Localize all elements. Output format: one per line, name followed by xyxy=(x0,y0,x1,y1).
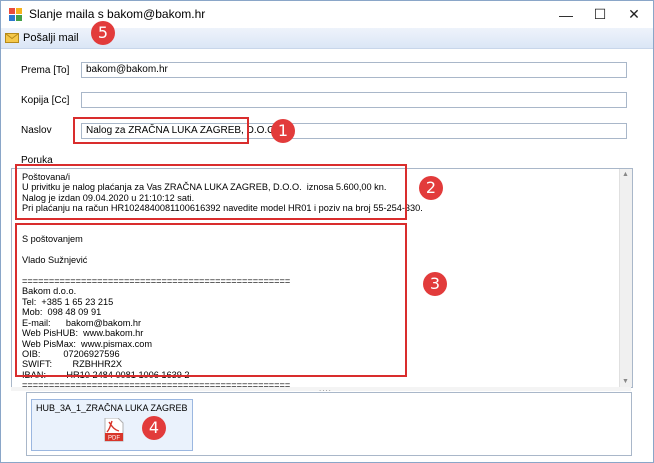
minimize-button[interactable]: — xyxy=(549,1,583,28)
pdf-file-icon: PDF xyxy=(104,418,124,442)
callout-badge-2: 2 xyxy=(419,176,443,200)
close-icon: ✕ xyxy=(628,6,640,22)
attachments-panel: HUB_3A_1_ZRAČNA LUKA ZAGREB, ... PDF xyxy=(26,392,632,456)
callout-badge-4: 4 xyxy=(142,416,166,440)
scroll-up-icon[interactable]: ▲ xyxy=(622,171,629,178)
callout-box-message-intro xyxy=(15,164,407,220)
send-mail-label: Pošalji mail xyxy=(23,32,79,44)
callout-box-signature xyxy=(15,223,407,377)
vertical-scrollbar[interactable]: ▲ ▼ xyxy=(619,169,632,387)
close-button[interactable]: ✕ xyxy=(617,1,651,28)
minimize-icon: — xyxy=(559,6,573,23)
callout-badge-3: 3 xyxy=(423,272,447,296)
send-mail-button[interactable]: Pošalji mail xyxy=(5,29,79,47)
callout-badge-1: 1 xyxy=(271,119,295,143)
attachment-item[interactable]: HUB_3A_1_ZRAČNA LUKA ZAGREB, ... PDF xyxy=(31,399,193,451)
cc-field[interactable] xyxy=(81,92,627,108)
window-title: Slanje maila s bakom@bakom.hr xyxy=(29,7,206,21)
attachment-name: HUB_3A_1_ZRAČNA LUKA ZAGREB, ... xyxy=(36,403,188,413)
subject-label: Naslov xyxy=(21,125,52,136)
to-field[interactable]: bakom@bakom.hr xyxy=(81,62,627,78)
pdf-icon-text: PDF xyxy=(108,436,120,442)
email-window: Slanje maila s bakom@bakom.hr — ☐ ✕ Poša… xyxy=(0,0,654,463)
callout-box-subject xyxy=(73,117,249,144)
envelope-icon xyxy=(5,33,19,43)
maximize-button[interactable]: ☐ xyxy=(583,1,617,28)
maximize-icon: ☐ xyxy=(593,6,607,22)
cc-label: Kopija [Cc] xyxy=(21,95,70,106)
callout-badge-5: 5 xyxy=(91,21,115,45)
to-label: Prema [To] xyxy=(21,65,70,76)
app-icon xyxy=(9,8,22,21)
panel-splitter[interactable]: .... xyxy=(11,384,631,393)
scroll-down-icon[interactable]: ▼ xyxy=(622,378,629,385)
